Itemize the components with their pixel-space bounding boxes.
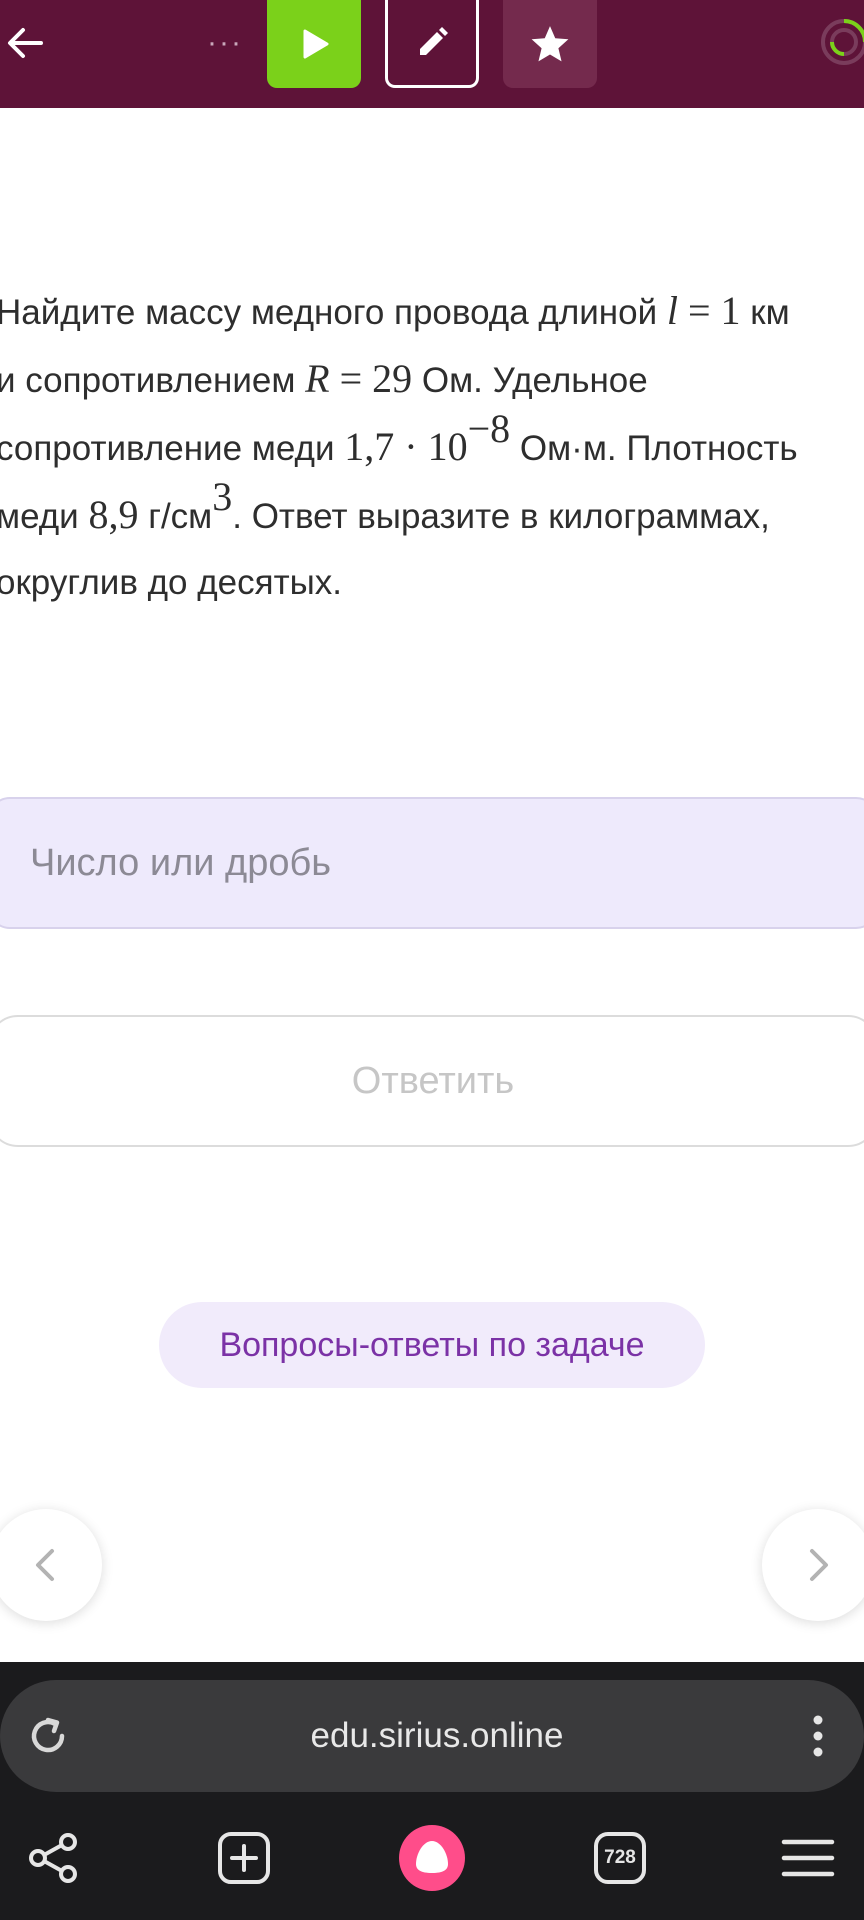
problem-text: и сопротивлением [0, 361, 306, 400]
new-tab-icon [218, 1832, 270, 1884]
arrow-left-icon [8, 28, 43, 58]
math-exponent: −8 [467, 406, 511, 451]
math-variable: l [666, 288, 678, 333]
hamburger-menu-button[interactable] [762, 1812, 854, 1904]
problem-text: км [740, 293, 790, 332]
problem-text: Ом·м. Плотность [510, 429, 798, 468]
problem-text: сопротивление меди [0, 429, 345, 468]
problem-text: . Ответ выразите в килограммах, [232, 497, 770, 536]
chevron-left-icon [36, 1549, 54, 1581]
problem-text: г/см [138, 497, 213, 536]
submit-label: Ответить [351, 1059, 515, 1102]
previous-task-button[interactable] [0, 1509, 102, 1621]
answer-field[interactable] [0, 797, 864, 929]
problem-line: и сопротивлением R = 29 Ом. Удельное [0, 346, 864, 414]
progress-ring-icon [821, 19, 864, 65]
problem-statement: Найдите массу медного провода длиной l =… [0, 278, 864, 616]
new-tab-button[interactable] [198, 1812, 290, 1904]
url-text[interactable]: edu.sirius.online [110, 1680, 764, 1792]
kebab-menu-icon [813, 1715, 823, 1757]
answer-input[interactable] [0, 799, 864, 927]
browser-chrome: edu.sirius.online 728 [0, 1662, 864, 1920]
progress-indicator[interactable] [818, 16, 864, 68]
share-button[interactable] [8, 1812, 100, 1904]
share-icon [29, 1833, 77, 1883]
math-variable: R [305, 356, 330, 401]
qa-button[interactable]: Вопросы-ответы по задаче [159, 1302, 705, 1388]
math-value: 1,7 · 10 [344, 424, 468, 469]
more-dots-icon: ··· [207, 26, 243, 59]
star-icon [531, 26, 569, 62]
address-bar[interactable]: edu.sirius.online [0, 1680, 864, 1792]
tabs-button[interactable]: 728 [574, 1812, 666, 1904]
problem-text: меди [0, 497, 89, 536]
problem-line: сопротивление меди 1,7 · 10−8 Ом·м. Плот… [0, 409, 864, 482]
problem-line: Найдите массу медного провода длиной l =… [0, 278, 864, 346]
submit-button[interactable]: Ответить [0, 1015, 864, 1147]
back-button[interactable] [0, 16, 50, 70]
alice-assistant-icon [399, 1825, 465, 1891]
reload-icon [31, 1717, 65, 1753]
browser-bottom-nav: 728 [0, 1812, 864, 1912]
math-value: 8,9 [88, 492, 139, 537]
chevron-right-icon [810, 1549, 828, 1581]
edit-button[interactable] [385, 0, 479, 88]
problem-text: Найдите массу медного провода длиной [0, 293, 667, 332]
tabs-count: 728 [594, 1832, 646, 1884]
qa-label: Вопросы-ответы по задаче [219, 1325, 645, 1364]
math-value: = 1 [678, 288, 741, 333]
reload-button[interactable] [20, 1708, 76, 1764]
play-icon [303, 29, 329, 59]
problem-text: округлив до десятых. [0, 563, 343, 602]
play-button[interactable] [267, 0, 361, 88]
alice-assistant-button[interactable] [386, 1812, 478, 1904]
problem-line: округлив до десятых. [0, 550, 864, 616]
browser-menu-button[interactable] [796, 1708, 840, 1764]
math-value: = 29 [329, 356, 413, 401]
hamburger-menu-icon [781, 1839, 835, 1877]
problem-text: Ом. Удельное [412, 361, 648, 400]
more-button[interactable]: ··· [200, 18, 250, 68]
pencil-icon [420, 26, 448, 55]
problem-line: меди 8,9 г/см3. Ответ выразите в килогра… [0, 477, 864, 550]
favorite-button[interactable] [503, 0, 597, 88]
task-toolbar: ··· [0, 0, 864, 108]
math-exponent: 3 [212, 474, 233, 519]
next-task-button[interactable] [762, 1509, 864, 1621]
